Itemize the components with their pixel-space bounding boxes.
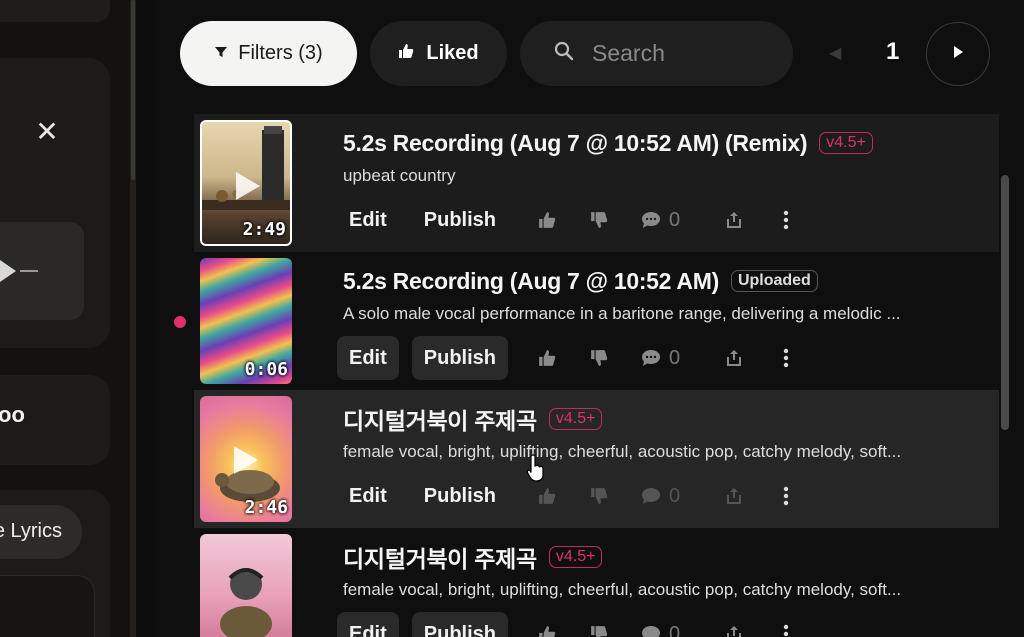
list-scrollbar[interactable] xyxy=(1001,175,1009,430)
like-icon[interactable] xyxy=(537,348,557,368)
play-overlay-icon[interactable] xyxy=(236,172,260,200)
mouse-cursor-icon xyxy=(526,453,546,483)
lyrics-button-label: e Lyrics xyxy=(0,520,62,542)
share-icon[interactable] xyxy=(724,210,744,230)
comment-count: 0 xyxy=(669,208,681,231)
more-options-icon[interactable] xyxy=(776,624,796,637)
track-list: 2:49 5.2s Recording (Aug 7 @ 10:52 AM) (… xyxy=(194,114,999,637)
track-duration: 2:46 xyxy=(244,497,288,518)
track-cover[interactable]: 0:06 xyxy=(200,258,292,384)
track-actions: Edit Publish 0 xyxy=(337,198,812,242)
publish-button[interactable]: Publish xyxy=(411,336,509,380)
prev-page-icon[interactable]: ◀ xyxy=(829,43,841,63)
chevron-right-icon xyxy=(952,45,964,64)
search-icon xyxy=(554,41,574,66)
track-title[interactable]: 5.2s Recording (Aug 7 @ 10:52 AM) (Remix… xyxy=(343,130,808,157)
track-description: A solo male vocal performance in a barit… xyxy=(343,304,901,323)
edit-button[interactable]: Edit xyxy=(337,336,399,380)
gap xyxy=(136,0,156,637)
filters-button[interactable]: Filters (3) xyxy=(180,21,357,86)
progress-line xyxy=(20,270,38,272)
comment-icon[interactable] xyxy=(641,624,661,637)
comment-icon[interactable] xyxy=(641,210,661,230)
publish-button[interactable]: Publish xyxy=(412,474,508,518)
version-badge: v4.5+ xyxy=(548,408,603,430)
track-title[interactable]: 디지털거북이 주제곡 xyxy=(343,540,537,574)
track-title[interactable]: 5.2s Recording (Aug 7 @ 10:52 AM) xyxy=(343,268,719,295)
comment-icon[interactable] xyxy=(641,348,661,368)
dislike-icon[interactable] xyxy=(589,348,609,368)
track-row[interactable]: 2:46 디지털거북이 주제곡 v4.5+ female vocal, brig… xyxy=(194,390,999,528)
toolbar: Filters (3) Liked ◀ 1 xyxy=(156,0,1024,110)
dislike-icon[interactable] xyxy=(589,624,609,637)
play-icon[interactable] xyxy=(0,260,16,282)
like-icon[interactable] xyxy=(537,624,557,637)
track-actions: Edit Publish 0 xyxy=(337,474,812,518)
filters-label: Filters (3) xyxy=(238,42,323,64)
now-playing-dot xyxy=(174,316,186,328)
track-row[interactable]: 2:49 5.2s Recording (Aug 7 @ 10:52 AM) (… xyxy=(194,114,999,252)
page-number: 1 xyxy=(886,38,900,65)
next-page-button[interactable] xyxy=(926,22,990,86)
edit-button[interactable]: Edit xyxy=(337,474,399,518)
track-cover[interactable] xyxy=(200,534,292,637)
left-title-fragment: oo xyxy=(0,402,25,427)
dislike-icon[interactable] xyxy=(589,486,609,506)
thumbs-up-icon xyxy=(398,42,414,65)
track-actions: Edit Publish 0 xyxy=(337,612,812,637)
comment-count: 0 xyxy=(669,346,681,369)
share-icon[interactable] xyxy=(724,348,744,368)
search-input[interactable] xyxy=(592,40,772,67)
close-icon[interactable]: ✕ xyxy=(33,118,61,146)
status-badge: Uploaded xyxy=(730,270,818,292)
publish-button[interactable]: Publish xyxy=(412,198,508,242)
track-title[interactable]: 디지털거북이 주제곡 xyxy=(343,402,537,436)
liked-button[interactable]: Liked xyxy=(370,21,507,86)
left-panel: ✕ oo e Lyrics xyxy=(0,0,130,637)
comment-icon[interactable] xyxy=(641,486,661,506)
more-options-icon[interactable] xyxy=(776,486,796,506)
lyrics-button[interactable]: e Lyrics xyxy=(0,505,82,559)
track-actions: Edit Publish 0 xyxy=(337,336,812,380)
edit-button[interactable]: Edit xyxy=(337,612,399,637)
liked-label: Liked xyxy=(426,42,479,64)
dislike-icon[interactable] xyxy=(589,210,609,230)
track-cover[interactable]: 2:49 xyxy=(200,120,292,246)
left-scrollbar[interactable] xyxy=(131,0,135,180)
song-list-panel: Filters (3) Liked ◀ 1 2:4 xyxy=(156,0,1024,637)
track-duration: 0:06 xyxy=(244,359,288,380)
track-cover[interactable]: 2:46 xyxy=(200,396,292,522)
comment-count: 0 xyxy=(669,484,681,507)
publish-button[interactable]: Publish xyxy=(411,612,509,637)
track-row[interactable]: 0:06 5.2s Recording (Aug 7 @ 10:52 AM) U… xyxy=(194,252,999,390)
filter-icon xyxy=(214,42,228,65)
track-duration: 2:49 xyxy=(242,219,286,240)
track-description: female vocal, bright, uplifting, cheerfu… xyxy=(343,580,902,599)
more-options-icon[interactable] xyxy=(776,210,796,230)
share-icon[interactable] xyxy=(724,624,744,637)
version-badge: v4.5+ xyxy=(548,546,603,568)
comment-count: 0 xyxy=(669,622,681,637)
left-card-bottom xyxy=(0,575,95,637)
search-bar[interactable] xyxy=(520,21,793,86)
like-icon[interactable] xyxy=(537,486,557,506)
track-description: upbeat country xyxy=(343,166,456,185)
edit-button[interactable]: Edit xyxy=(337,198,399,242)
left-card-top xyxy=(0,0,110,22)
track-description: female vocal, bright, uplifting, cheerfu… xyxy=(343,442,902,461)
like-icon[interactable] xyxy=(537,210,557,230)
track-row[interactable]: 디지털거북이 주제곡 v4.5+ female vocal, bright, u… xyxy=(194,528,999,637)
play-overlay-icon[interactable] xyxy=(234,446,258,474)
more-options-icon[interactable] xyxy=(776,348,796,368)
share-icon[interactable] xyxy=(724,486,744,506)
version-badge: v4.5+ xyxy=(819,132,873,154)
